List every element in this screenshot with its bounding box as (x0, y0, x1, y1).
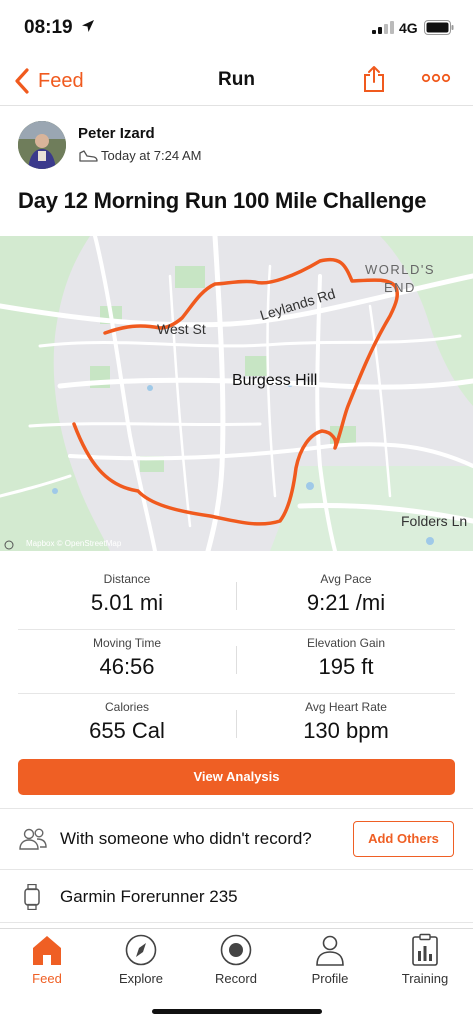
map-label-burgess: Burgess Hill (232, 372, 318, 389)
home-indicator (152, 1009, 322, 1014)
watch-icon (24, 884, 40, 910)
stat-label: Avg Heart Rate (305, 700, 387, 714)
home-icon (33, 936, 61, 965)
stat-value: 130 bpm (303, 718, 389, 743)
stat-label: Avg Pace (320, 572, 372, 586)
add-others-prompt: With someone who didn't record? (60, 829, 312, 848)
status-time: 08:19 (24, 17, 73, 38)
people-icon (19, 828, 47, 850)
stat-value: 5.01 mi (90, 590, 164, 615)
status-bar: 08:19 4G (0, 0, 473, 56)
add-others-row: With someone who didn't record? Add Othe… (0, 809, 473, 869)
stat-row: Distance 5.01 mi Avg Pace 9:21 /mi (18, 566, 455, 630)
view-analysis-button[interactable]: View Analysis (18, 759, 455, 795)
activity-title: Day 12 Morning Run 100 Mile Challenge (18, 188, 427, 213)
route-map[interactable]: WORLD'S END Leylands Rd West St Burgess … (0, 236, 473, 551)
activity-meta: Today at 7:24 AM (78, 148, 201, 163)
stat-value: 46:56 (99, 654, 155, 679)
nav-bar: Feed Run (0, 56, 473, 106)
device-name: Garmin Forerunner 235 (60, 887, 238, 906)
stat-label: Distance (103, 572, 151, 586)
share-icon[interactable] (362, 65, 386, 93)
tab-explore[interactable]: Explore (94, 933, 188, 986)
tab-label: Record (215, 971, 257, 986)
tab-label: Profile (311, 971, 349, 986)
tab-training[interactable]: Training (378, 933, 472, 986)
stat-row: Moving Time 46:56 Elevation Gain 195 ft (18, 630, 455, 694)
stat-calories: Calories 655 Cal (18, 694, 236, 744)
tab-feed[interactable]: Feed (0, 933, 94, 986)
map-label-end: END (384, 280, 416, 295)
more-options-icon[interactable] (421, 72, 451, 84)
shoe-icon (79, 149, 98, 162)
training-icon (412, 933, 438, 966)
stats-grid: Distance 5.01 mi Avg Pace 9:21 /mi Movin… (18, 566, 455, 758)
map-label-west: West St (157, 321, 206, 337)
record-icon (220, 934, 252, 966)
map-label-worlds: WORLD'S (365, 262, 436, 277)
stat-moving-time: Moving Time 46:56 (18, 630, 236, 680)
profile-icon (316, 935, 344, 966)
stat-avg-pace: Avg Pace 9:21 /mi (237, 566, 455, 616)
battery-icon (424, 20, 454, 35)
avatar[interactable] (18, 121, 66, 169)
map-label-folders: Folders Ln (401, 513, 468, 529)
tab-label: Explore (118, 971, 164, 986)
divider (0, 922, 473, 923)
add-others-button[interactable]: Add Others (353, 821, 454, 857)
page-title: Run (218, 69, 255, 90)
network-type: 4G (399, 20, 418, 36)
activity-time: Today at 7:24 AM (101, 148, 202, 163)
athlete-header: Peter Izard Today at 7:24 AM (18, 121, 458, 173)
tab-profile[interactable]: Profile (283, 933, 377, 986)
stat-value: 655 Cal (89, 718, 165, 743)
map-attribution: Mapbox © OpenStreetMap (26, 539, 122, 548)
stat-elevation-gain: Elevation Gain 195 ft (237, 630, 455, 680)
tab-label: Training (401, 971, 449, 986)
tab-bar: Feed Explore Record Profile Training (0, 928, 473, 1024)
stat-value: 9:21 /mi (306, 590, 386, 615)
stat-label: Moving Time (92, 636, 162, 650)
stat-distance: Distance 5.01 mi (18, 566, 236, 616)
stat-avg-heart-rate: Avg Heart Rate 130 bpm (237, 694, 455, 744)
tab-record[interactable]: Record (189, 933, 283, 986)
athlete-name[interactable]: Peter Izard (78, 125, 155, 142)
compass-icon (125, 934, 157, 966)
stat-label: Elevation Gain (306, 636, 386, 650)
signal-bars-icon (372, 21, 394, 34)
location-arrow-icon (82, 20, 94, 32)
stat-value: 195 ft (318, 654, 374, 679)
device-row: Garmin Forerunner 235 (0, 869, 473, 925)
stat-label: Calories (104, 700, 149, 714)
stat-row: Calories 655 Cal Avg Heart Rate 130 bpm (18, 694, 455, 758)
tab-label: Feed (32, 971, 62, 986)
